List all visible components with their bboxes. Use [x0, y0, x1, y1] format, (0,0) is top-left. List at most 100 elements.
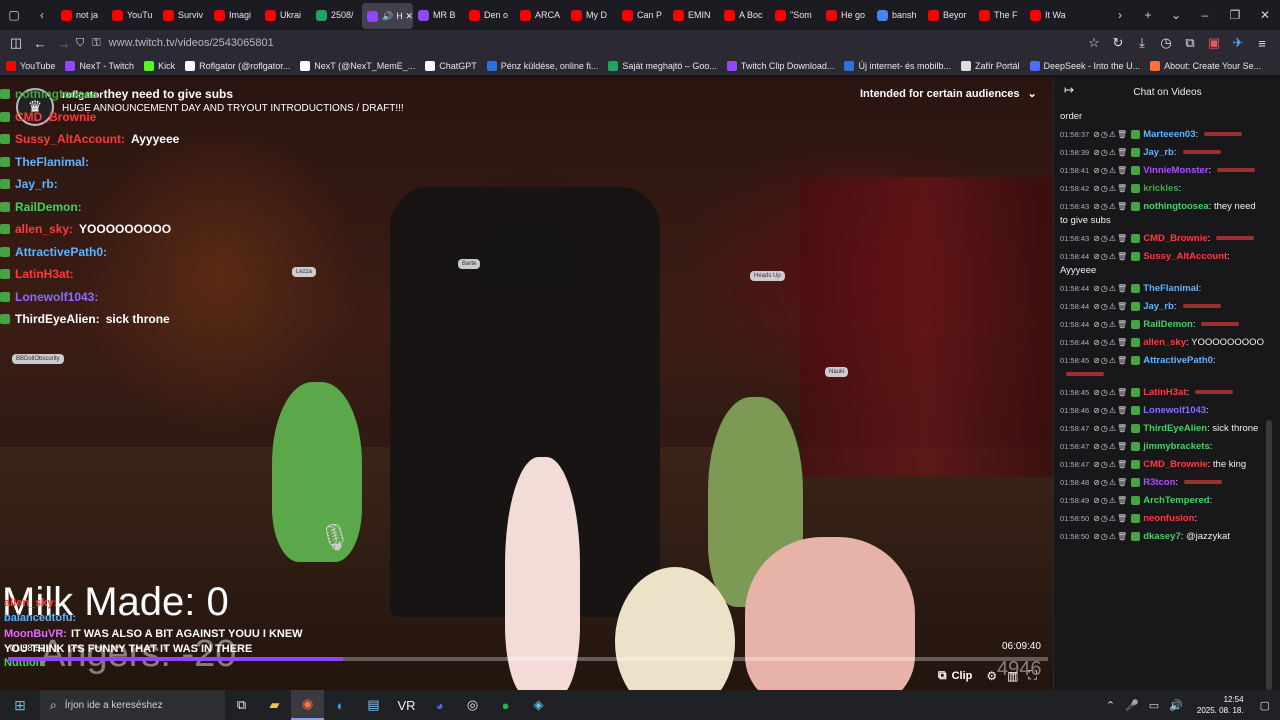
maximize-icon[interactable]: ❐: [1220, 0, 1250, 30]
bookmark-item[interactable]: DeepSeek - Into the U...: [1029, 60, 1140, 71]
edge-icon[interactable]: ◐: [324, 690, 357, 720]
chat-username[interactable]: AttractivePath0: [1143, 355, 1213, 366]
chat-username[interactable]: jimmybrackets: [1143, 441, 1210, 452]
discord-icon[interactable]: ◕: [423, 690, 456, 720]
moderation-icons[interactable]: ⊘◷⚠🗑: [1093, 184, 1128, 193]
list-tabs-icon[interactable]: ⌄: [1162, 0, 1190, 30]
browser-tab[interactable]: 🔊HU✕: [362, 3, 413, 29]
extension-badge-icon[interactable]: ▣: [1202, 30, 1226, 56]
browser-tab[interactable]: Surviv: [158, 0, 209, 30]
url-text[interactable]: www.twitch.tv/videos/2543065801: [109, 37, 274, 49]
chat-username[interactable]: R3tcon: [1143, 477, 1175, 488]
microphone-tray-icon[interactable]: 🎤: [1125, 699, 1139, 712]
bookmark-item[interactable]: ChatGPT: [425, 60, 477, 71]
network-icon[interactable]: ▭: [1149, 699, 1159, 712]
bookmark-item[interactable]: Zafír Portál: [961, 60, 1020, 71]
browser-tab[interactable]: MR B: [413, 0, 464, 30]
bookmark-item[interactable]: Kick: [144, 60, 175, 71]
chat-username[interactable]: LatinH3at: [1143, 387, 1186, 398]
steam-icon[interactable]: ◈: [522, 690, 555, 720]
bookmark-item[interactable]: NexT - Twitch: [65, 60, 134, 71]
file-explorer-icon[interactable]: ▰: [258, 690, 291, 720]
browser-tab[interactable]: EMIN: [668, 0, 719, 30]
notifications-icon[interactable]: ▢: [1260, 699, 1270, 712]
chat-username[interactable]: krickles: [1143, 183, 1178, 194]
moderation-icons[interactable]: ⊘◷⚠🗑: [1093, 234, 1128, 243]
browser-tab[interactable]: bansh: [872, 0, 923, 30]
browser-tab[interactable]: Beyor: [923, 0, 974, 30]
seek-bar[interactable]: [8, 657, 1048, 661]
tray-chevron-icon[interactable]: ⌃: [1106, 699, 1115, 712]
browser-tab[interactable]: My D: [566, 0, 617, 30]
moderation-icons[interactable]: ⊘◷⚠🗑: [1093, 478, 1128, 487]
browser-tab[interactable]: Den o: [464, 0, 515, 30]
lock-icon[interactable]: ⚿: [92, 37, 100, 50]
taskbar-search[interactable]: ⌕ Írjon ide a kereséshez: [40, 690, 225, 720]
browser-tab[interactable]: Can P: [617, 0, 668, 30]
menu-icon[interactable]: ≡: [1250, 30, 1274, 56]
new-tab-icon[interactable]: +: [1134, 0, 1162, 30]
chat-username[interactable]: Jay_rb: [1143, 147, 1174, 158]
browser-tab[interactable]: The F: [974, 0, 1025, 30]
scroll-tabs-left-icon[interactable]: ‹: [28, 0, 56, 30]
history-icon[interactable]: ◷: [1154, 30, 1178, 56]
settings-gear-icon[interactable]: ⚙: [986, 669, 997, 683]
task-view-icon[interactable]: ⧉: [225, 690, 258, 720]
browser-tab[interactable]: 2508/: [311, 0, 362, 30]
moderation-icons[interactable]: ⊘◷⚠🗑: [1093, 166, 1128, 175]
bookmark-item[interactable]: Twitch Clip Download...: [726, 60, 834, 71]
close-window-icon[interactable]: ✕: [1250, 0, 1280, 30]
moderation-icons[interactable]: ⊘◷⚠🗑: [1093, 496, 1128, 505]
shield-icon[interactable]: ⛉: [76, 37, 84, 50]
moderation-icons[interactable]: ⊘◷⚠🗑: [1093, 320, 1128, 329]
moderation-icons[interactable]: ⊘◷⚠🗑: [1093, 284, 1128, 293]
chat-username[interactable]: CMD_Brownie: [1143, 233, 1207, 244]
moderation-icons[interactable]: ⊘◷⚠🗑: [1093, 202, 1128, 211]
chat-username[interactable]: Marteeen03: [1143, 129, 1195, 140]
moderation-icons[interactable]: ⊘◷⚠🗑: [1093, 514, 1128, 523]
notepad-icon[interactable]: ▤: [357, 690, 390, 720]
bookmark-star-icon[interactable]: ☆: [1082, 30, 1106, 56]
extensions-icon[interactable]: ⧉: [1178, 30, 1202, 56]
browser-tab[interactable]: Ukrai: [260, 0, 311, 30]
bookmark-item[interactable]: NexT (@NexT_MemE_...: [300, 60, 415, 71]
browser-tab[interactable]: Imagi: [209, 0, 260, 30]
moderation-icons[interactable]: ⊘◷⚠🗑: [1093, 338, 1128, 347]
vr-app-icon[interactable]: VR: [390, 690, 423, 720]
fullscreen-icon[interactable]: ⛶: [1028, 668, 1036, 683]
bookmark-item[interactable]: About: Create Your Se...: [1150, 60, 1261, 71]
chat-username[interactable]: ThirdEyeAlien: [1143, 423, 1207, 434]
back-icon[interactable]: ←: [28, 30, 52, 56]
browser-tab[interactable]: A Boc: [719, 0, 770, 30]
chat-username[interactable]: dkasey7: [1143, 531, 1181, 542]
tab-audio-icon[interactable]: 🔊: [382, 11, 393, 22]
moderation-icons[interactable]: ⊘◷⚠🗑: [1093, 148, 1128, 157]
moderation-icons[interactable]: ⊘◷⚠🗑: [1093, 532, 1128, 541]
moderation-icons[interactable]: ⊘◷⚠🗑: [1093, 130, 1128, 139]
chat-username[interactable]: VinnieMonster: [1143, 165, 1208, 176]
moderation-icons[interactable]: ⊘◷⚠🗑: [1093, 424, 1128, 433]
scroll-tabs-right-icon[interactable]: ›: [1106, 0, 1134, 30]
chat-username[interactable]: CMD_Brownie: [1143, 459, 1207, 470]
browser-tab[interactable]: ARCA: [515, 0, 566, 30]
browser-tab[interactable]: YouTu: [107, 0, 158, 30]
chat-username[interactable]: nothingtoosea: [1143, 201, 1208, 212]
chat-username[interactable]: Lonewolf1043: [1143, 405, 1206, 416]
volume-icon[interactable]: 🔊: [1169, 699, 1183, 712]
tab-overview-icon[interactable]: ▢: [0, 0, 28, 30]
address-bar[interactable]: ⛉ ⚿ www.twitch.tv/videos/2543065801: [76, 33, 1076, 53]
moderation-icons[interactable]: ⊘◷⚠🗑: [1093, 252, 1128, 261]
minimize-icon[interactable]: –: [1190, 0, 1220, 30]
forward-icon[interactable]: →: [52, 30, 76, 56]
moderation-icons[interactable]: ⊘◷⚠🗑: [1093, 356, 1128, 365]
theatre-mode-icon[interactable]: ▥: [1007, 669, 1018, 683]
chat-username[interactable]: TheFlanimal: [1143, 283, 1198, 294]
chat-username[interactable]: Jay_rb: [1143, 301, 1174, 312]
moderation-icons[interactable]: ⊘◷⚠🗑: [1093, 406, 1128, 415]
spotify-icon[interactable]: ●: [489, 690, 522, 720]
reload-icon[interactable]: ↻: [1106, 30, 1130, 56]
moderation-icons[interactable]: ⊘◷⚠🗑: [1093, 302, 1128, 311]
bookmark-item[interactable]: Saját meghajtó – Goo...: [608, 60, 717, 71]
moderation-icons[interactable]: ⊘◷⚠🗑: [1093, 388, 1128, 397]
downloads-icon[interactable]: ⤓: [1130, 30, 1154, 56]
